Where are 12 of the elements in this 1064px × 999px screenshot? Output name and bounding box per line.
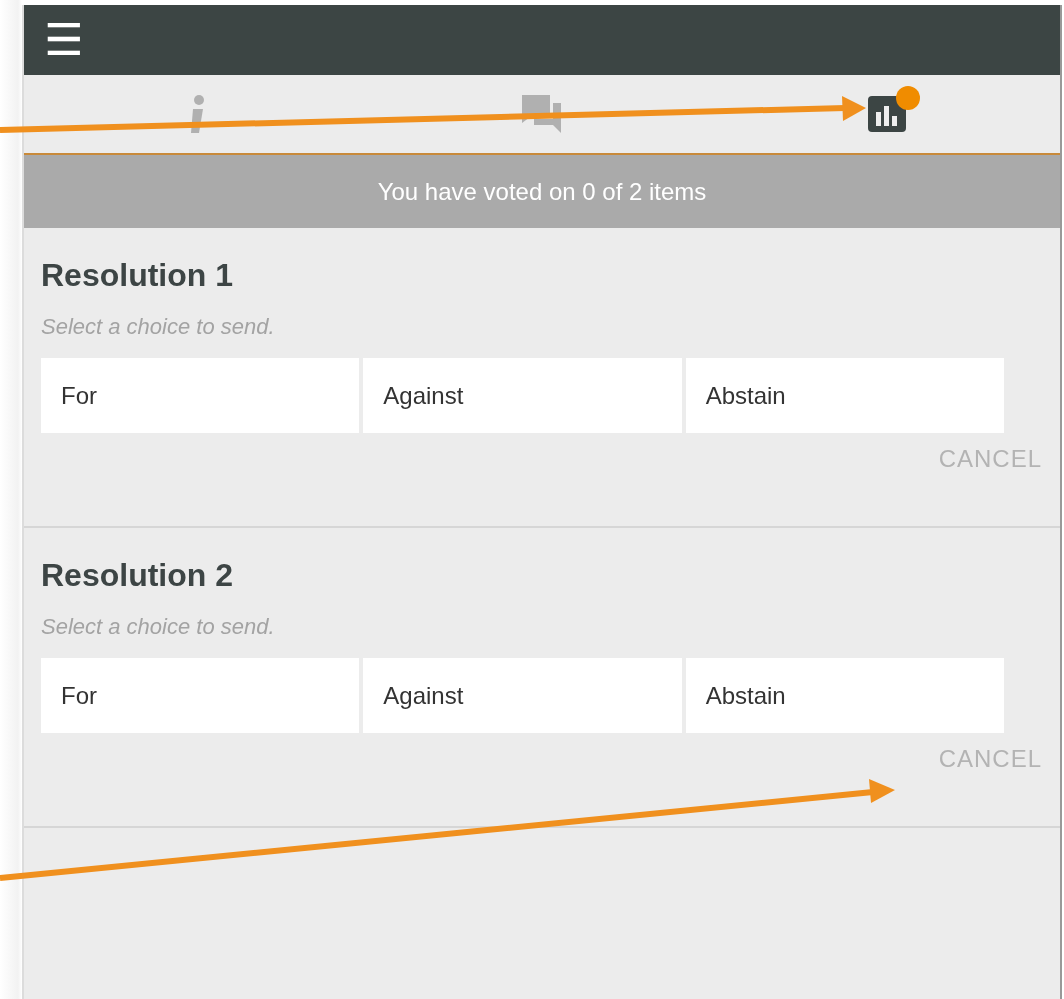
hint-text: Select a choice to send. (41, 613, 275, 641)
choice-button[interactable]: Against (363, 358, 682, 433)
choice-button[interactable]: For (41, 358, 360, 433)
item-title: Resolution 2 (41, 556, 234, 595)
choice-button[interactable]: Against (363, 658, 682, 733)
item-title: Resolution 1 (41, 256, 234, 295)
choice-button[interactable]: Abstain (685, 658, 1004, 733)
choice-button[interactable]: Abstain (685, 358, 1004, 433)
choice-button[interactable]: For (41, 658, 360, 733)
hint-text: Select a choice to send. (41, 313, 275, 341)
status-bar: You have voted on 0 of 2 items (24, 155, 1060, 228)
menu-button[interactable]: ☰ (44, 18, 84, 62)
